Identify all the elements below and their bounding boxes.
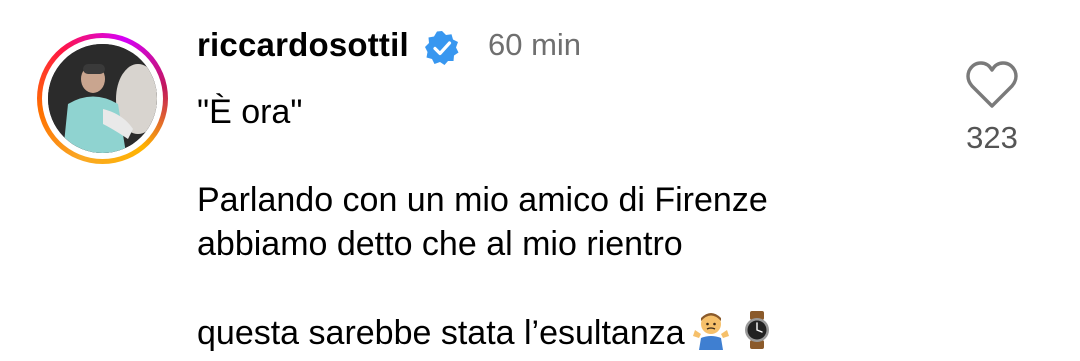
avatar-photo — [48, 44, 157, 153]
watch-emoji — [737, 266, 777, 361]
timestamp: 60 min — [488, 27, 582, 62]
comment-line: "È ora" — [197, 93, 303, 131]
username[interactable]: riccardosottil — [197, 26, 409, 64]
avatar-story-ring[interactable] — [37, 33, 168, 164]
like-count: 323 — [966, 120, 1018, 155]
verified-badge-icon — [425, 31, 459, 65]
avatar[interactable] — [48, 44, 157, 153]
person-shrugging-emoji — [691, 266, 731, 361]
comment-line: questa sarebbe stata l’esultanza — [197, 314, 685, 352]
heart-outline-icon[interactable] — [965, 60, 1019, 110]
comment-line: Parlando con un mio amico di Firenze — [197, 181, 768, 219]
comment-text: "È ora" Parlando con un mio amico di Fir… — [197, 90, 937, 361]
comment-line: abbiamo detto che al mio rientro — [197, 225, 683, 263]
